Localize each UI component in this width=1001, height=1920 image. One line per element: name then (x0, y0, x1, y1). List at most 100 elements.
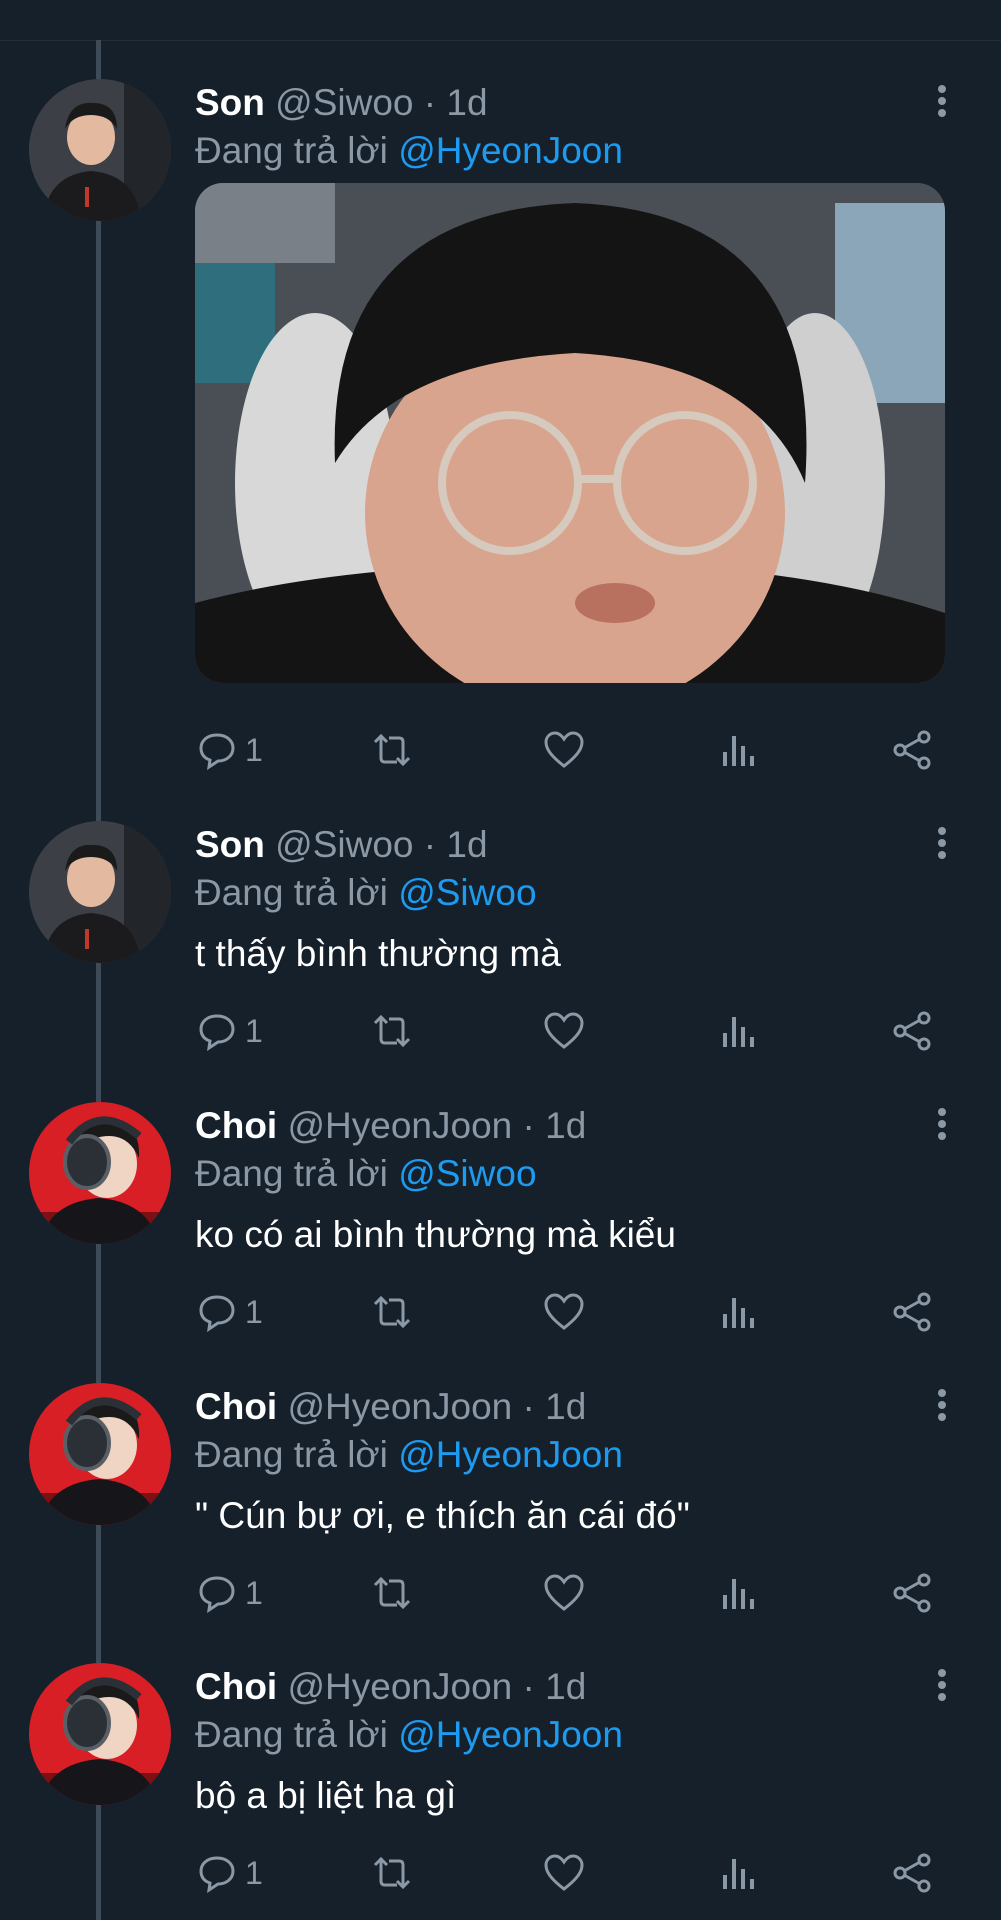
reply-count: 1 (245, 1574, 263, 1611)
tweet-actions: 1 (0, 1568, 1001, 1618)
avatar-son[interactable] (29, 79, 171, 221)
like-icon (544, 1012, 584, 1049)
reply-count: 1 (245, 1293, 263, 1330)
replying-to-label: Đang trả lời (195, 1153, 388, 1194)
tweet-text: ko có ai bình thường mà kiểu (195, 1214, 676, 1255)
reply-count: 1 (245, 1854, 263, 1891)
timestamp[interactable]: 1d (545, 1666, 586, 1707)
retweet-button[interactable] (369, 1568, 415, 1618)
reply-button[interactable]: 1 (197, 1568, 263, 1618)
like-icon (544, 1293, 584, 1330)
tweet-actions: 1 (0, 1848, 1001, 1898)
display-name[interactable]: Choi (195, 1105, 277, 1146)
views-icon (723, 1859, 754, 1889)
replying-to: Đang trả lời @Siwoo (195, 1152, 537, 1196)
share-button[interactable] (891, 1006, 933, 1056)
retweet-button[interactable] (369, 1287, 415, 1337)
share-button[interactable] (891, 725, 933, 775)
separator-dot: · (423, 82, 437, 123)
retweet-button[interactable] (369, 1848, 415, 1898)
avatar-choi[interactable] (29, 1383, 171, 1525)
reply-icon (199, 1014, 235, 1051)
tweet-actions: 1 (0, 1006, 1001, 1056)
timestamp[interactable]: 1d (446, 82, 487, 123)
replying-to: Đang trả lời @HyeonJoon (195, 129, 623, 173)
tweet-header: Choi @HyeonJoon · 1d (195, 1385, 586, 1429)
user-handle[interactable]: @HyeonJoon (287, 1666, 512, 1707)
views-button[interactable] (721, 1848, 757, 1898)
separator-dot: · (522, 1666, 535, 1707)
like-button[interactable] (543, 1848, 585, 1898)
reply-mention-link[interactable]: @Siwoo (398, 872, 536, 913)
views-button[interactable] (721, 1006, 757, 1056)
like-button[interactable] (543, 725, 585, 775)
tweet-media-image[interactable] (195, 183, 945, 683)
user-handle[interactable]: @Siwoo (275, 82, 413, 123)
more-options-icon[interactable] (930, 825, 954, 865)
more-options-icon[interactable] (930, 1106, 954, 1146)
replying-to: Đang trả lời @Siwoo (195, 871, 537, 915)
reply-count: 1 (245, 731, 263, 768)
tweet-header: Son @Siwoo · 1d (195, 81, 488, 125)
share-icon (893, 1853, 931, 1893)
like-button[interactable] (543, 1006, 585, 1056)
like-button[interactable] (543, 1287, 585, 1337)
avatar-choi[interactable] (29, 1663, 171, 1805)
reply-button[interactable]: 1 (197, 1006, 263, 1056)
avatar-choi[interactable] (29, 1102, 171, 1244)
separator-dot: · (423, 824, 437, 865)
reply-mention-link[interactable]: @HyeonJoon (398, 1434, 623, 1475)
more-options-icon[interactable] (930, 1387, 954, 1427)
display-name[interactable]: Choi (195, 1666, 277, 1707)
views-icon (723, 1017, 754, 1047)
reply-button[interactable]: 1 (197, 1287, 263, 1337)
tweet-actions: 1 (0, 725, 1001, 775)
display-name[interactable]: Son (195, 824, 265, 865)
tweet-header: Son @Siwoo · 1d (195, 823, 488, 867)
share-button[interactable] (891, 1848, 933, 1898)
like-button[interactable] (543, 1568, 585, 1618)
share-icon (893, 1292, 931, 1332)
retweet-icon (373, 1014, 411, 1048)
reply-mention-link[interactable]: @HyeonJoon (398, 1714, 623, 1755)
replying-to: Đang trả lời @HyeonJoon (195, 1713, 623, 1757)
like-icon (544, 1574, 584, 1611)
timestamp[interactable]: 1d (545, 1386, 586, 1427)
retweet-icon (373, 1856, 411, 1890)
reply-mention-link[interactable]: @Siwoo (398, 1153, 536, 1194)
retweet-icon (373, 733, 411, 767)
user-handle[interactable]: @HyeonJoon (287, 1386, 512, 1427)
tweet-header: Choi @HyeonJoon · 1d (195, 1104, 586, 1148)
thread-line (96, 40, 101, 1920)
reply-icon (199, 733, 235, 770)
like-icon (544, 731, 584, 768)
display-name[interactable]: Choi (195, 1386, 277, 1427)
timestamp[interactable]: 1d (545, 1105, 586, 1146)
views-icon (723, 1579, 754, 1609)
retweet-button[interactable] (369, 725, 415, 775)
user-handle[interactable]: @Siwoo (275, 824, 413, 865)
retweet-button[interactable] (369, 1006, 415, 1056)
display-name[interactable]: Son (195, 82, 265, 123)
reply-button[interactable]: 1 (197, 725, 263, 775)
more-options-icon[interactable] (930, 83, 954, 123)
reply-button[interactable]: 1 (197, 1848, 263, 1898)
views-button[interactable] (721, 1568, 757, 1618)
share-button[interactable] (891, 1287, 933, 1337)
share-button[interactable] (891, 1568, 933, 1618)
user-handle[interactable]: @HyeonJoon (287, 1105, 512, 1146)
replying-to: Đang trả lời @HyeonJoon (195, 1433, 623, 1477)
replying-to-label: Đang trả lời (195, 1434, 388, 1475)
like-icon (544, 1854, 584, 1891)
views-button[interactable] (721, 1287, 757, 1337)
timestamp[interactable]: 1d (446, 824, 487, 865)
top-bar (0, 0, 1001, 41)
reply-mention-link[interactable]: @HyeonJoon (398, 130, 623, 171)
replying-to-label: Đang trả lời (195, 130, 388, 171)
tweet-text: bộ a bị liệt ha gì (195, 1775, 457, 1816)
more-options-icon[interactable] (930, 1667, 954, 1707)
views-button[interactable] (721, 725, 757, 775)
separator-dot: · (522, 1105, 535, 1146)
tweet-text: t thấy bình thường mà (195, 933, 561, 974)
avatar-son[interactable] (29, 821, 171, 963)
